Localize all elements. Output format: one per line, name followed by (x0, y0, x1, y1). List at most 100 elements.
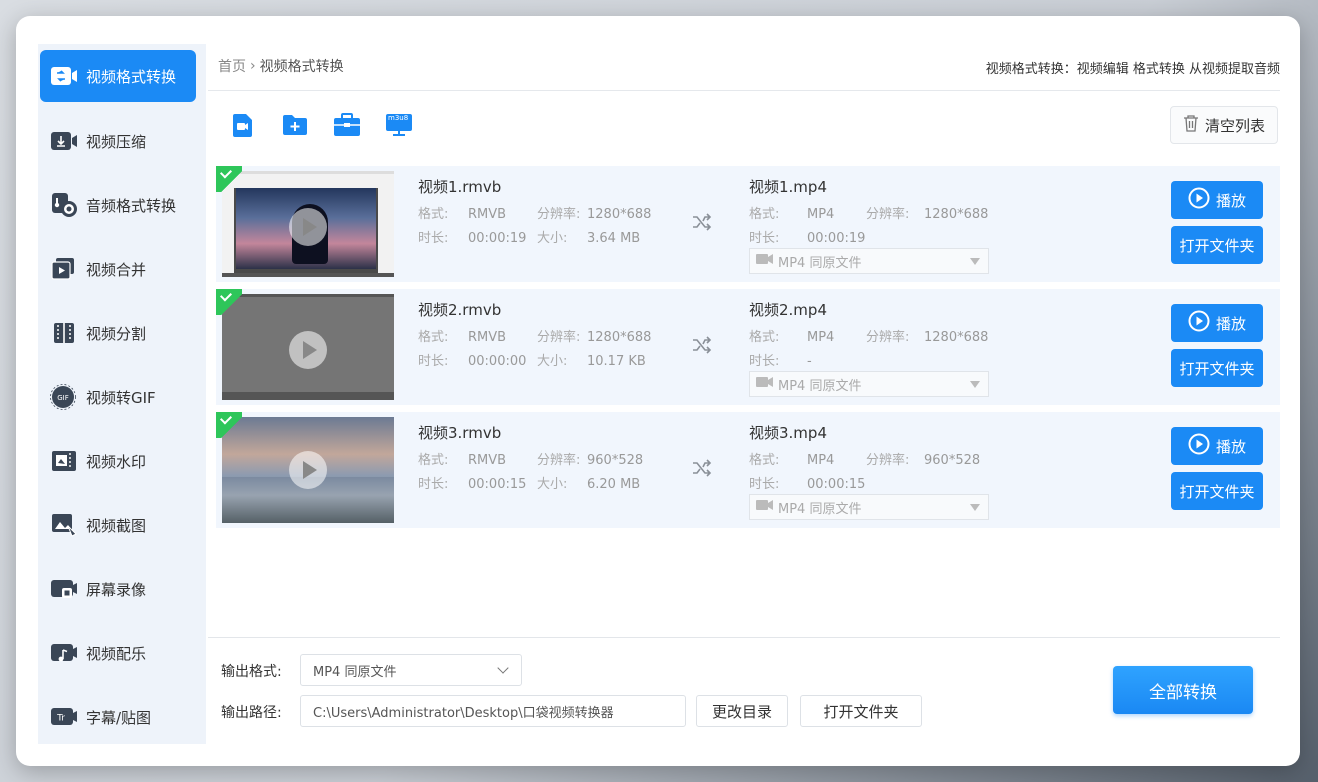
output-format-select[interactable]: MP4 同原文件 (749, 248, 989, 274)
source-file-name: 视频3.rmvb (418, 424, 502, 442)
source-duration: 时长: 00:00:00 (418, 354, 527, 369)
change-directory-button[interactable]: 更改目录 (696, 695, 788, 727)
output-format-select[interactable]: MP4 同原文件 (749, 494, 989, 520)
screenshot-icon (50, 512, 78, 538)
sidebar-item-label: 音频格式转换 (86, 196, 177, 215)
output-format-dropdown[interactable]: MP4 同原文件 (300, 654, 522, 686)
convert-arrow-icon (690, 333, 714, 357)
source-format: 格式: RMVB (418, 330, 507, 345)
batch-import-button[interactable] (333, 113, 361, 141)
add-folder-button[interactable] (282, 114, 308, 140)
toolbox-icon (333, 113, 361, 141)
sidebar-item-audio-convert[interactable]: 音频格式转换 (40, 179, 196, 231)
sidebar-item-label: 视频分割 (86, 324, 147, 343)
m3u8-icon: m3u8 (385, 113, 413, 141)
sidebar-item-video-screenshot[interactable]: 视频截图 (40, 499, 196, 551)
video-split-icon (50, 320, 78, 346)
main-panel: 首页 › 视频格式转换 视频格式转换：视频编辑 格式转换 从视频提取音频 m3u… (208, 44, 1280, 744)
play-overlay-icon[interactable] (289, 331, 327, 369)
source-duration: 时长: 00:00:15 (418, 477, 527, 492)
source-format: 格式: RMVB (418, 453, 507, 468)
output-format-select-value: MP4 同原文件 (778, 378, 862, 394)
output-path-label: 输出路径: (221, 705, 282, 721)
output-file-name: 视频1.mp4 (749, 178, 827, 196)
file-row: 视频3.rmvb 格式: RMVB 分辨率: 960*528 时长: 00:00:15… (216, 412, 1280, 528)
checkbox-checked-icon[interactable] (216, 412, 242, 438)
breadcrumb-home[interactable]: 首页 (218, 56, 246, 76)
source-size: 大小: 3.64 MB (537, 231, 641, 246)
output-path-field[interactable]: C:\Users\Administrator\Desktop\口袋视频转换器 (300, 695, 686, 727)
play-button[interactable]: 播放 (1171, 304, 1263, 342)
source-duration: 时长: 00:00:19 (418, 231, 527, 246)
source-size: 大小: 6.20 MB (537, 477, 641, 492)
play-button[interactable]: 播放 (1171, 181, 1263, 219)
add-video-icon (232, 113, 254, 141)
output-format-label: 输出格式: (221, 664, 282, 680)
open-folder-button[interactable]: 打开文件夹 (1171, 349, 1263, 387)
sidebar-item-subtitle[interactable]: Tr 字幕/贴图 (40, 691, 196, 743)
output-duration: 时长: - (749, 354, 812, 369)
play-overlay-icon[interactable] (289, 451, 327, 489)
source-file-name: 视频2.rmvb (418, 301, 502, 319)
video-camera-icon (756, 253, 774, 269)
play-circle-icon (1188, 310, 1210, 336)
sidebar-item-video-gif[interactable]: GIF 视频转GIF (40, 371, 196, 423)
sidebar-item-video-compress[interactable]: 视频压缩 (40, 115, 196, 167)
play-button[interactable]: 播放 (1171, 427, 1263, 465)
add-folder-icon (282, 114, 308, 140)
output-file-name: 视频3.mp4 (749, 424, 827, 442)
play-circle-icon (1188, 187, 1210, 213)
video-thumbnail[interactable] (222, 171, 394, 277)
m3u8-button[interactable]: m3u8 (386, 114, 412, 140)
open-output-folder-button[interactable]: 打开文件夹 (800, 695, 922, 727)
convert-arrow-icon (690, 456, 714, 480)
sidebar-item-video-music[interactable]: 视频配乐 (40, 627, 196, 679)
convert-arrow-icon (690, 210, 714, 234)
clear-list-label: 清空列表 (1204, 116, 1265, 135)
clear-list-button[interactable]: 清空列表 (1170, 106, 1278, 144)
sidebar-item-video-merge[interactable]: 视频合并 (40, 243, 196, 295)
output-format-select[interactable]: MP4 同原文件 (749, 371, 989, 397)
open-folder-button[interactable]: 打开文件夹 (1171, 472, 1263, 510)
dropdown-arrow-icon (970, 381, 980, 388)
add-file-button[interactable] (230, 114, 256, 140)
video-merge-icon (50, 256, 78, 282)
sidebar-item-screen-record[interactable]: 屏幕录像 (40, 563, 196, 615)
output-format: 格式: MP4 (749, 330, 835, 345)
header-description: 视频格式转换：视频编辑 格式转换 从视频提取音频 (985, 62, 1280, 77)
video-camera-icon (756, 499, 774, 515)
subtitle-icon: Tr (50, 704, 78, 730)
source-size: 大小: 10.17 KB (537, 354, 646, 369)
video-thumbnail[interactable] (222, 417, 394, 523)
sidebar: 视频格式转换 视频压缩 音频格式转换 视频合并 视频分割 GIF 视频转GIF … (38, 44, 206, 744)
sidebar-item-label: 视频配乐 (86, 644, 147, 663)
svg-text:GIF: GIF (57, 394, 69, 402)
sidebar-item-video-split[interactable]: 视频分割 (40, 307, 196, 359)
sidebar-item-label: 视频截图 (86, 516, 147, 535)
source-resolution: 分辨率: 1280*688 (537, 207, 652, 222)
breadcrumb-current: 视频格式转换 (259, 59, 344, 75)
source-resolution: 分辨率: 960*528 (537, 453, 644, 468)
convert-all-button[interactable]: 全部转换 (1113, 666, 1253, 714)
play-circle-icon (1188, 433, 1210, 459)
output-format-select-value: MP4 同原文件 (778, 255, 862, 271)
sidebar-item-video-watermark[interactable]: 视频水印 (40, 435, 196, 487)
video-compress-icon (50, 128, 78, 154)
sidebar-item-video-convert[interactable]: 视频格式转换 (40, 50, 196, 102)
source-file-name: 视频1.rmvb (418, 178, 502, 196)
gif-icon: GIF (50, 384, 78, 410)
open-folder-button[interactable]: 打开文件夹 (1171, 226, 1263, 264)
music-icon (50, 640, 78, 666)
sidebar-item-label: 视频合并 (86, 260, 147, 279)
output-duration: 时长: 00:00:19 (749, 231, 866, 246)
trash-icon (1183, 114, 1199, 136)
checkbox-checked-icon[interactable] (216, 289, 242, 315)
play-overlay-icon[interactable] (289, 208, 327, 246)
video-camera-icon (756, 376, 774, 392)
output-duration: 时长: 00:00:15 (749, 477, 866, 492)
video-thumbnail[interactable] (222, 294, 394, 400)
output-resolution: 分辨率: 1280*688 (866, 207, 989, 222)
chevron-down-icon (497, 662, 509, 674)
checkbox-checked-icon[interactable] (216, 166, 242, 192)
file-row: 视频2.rmvb 格式: RMVB 分辨率: 1280*688 时长: 00:00:0… (216, 289, 1280, 405)
